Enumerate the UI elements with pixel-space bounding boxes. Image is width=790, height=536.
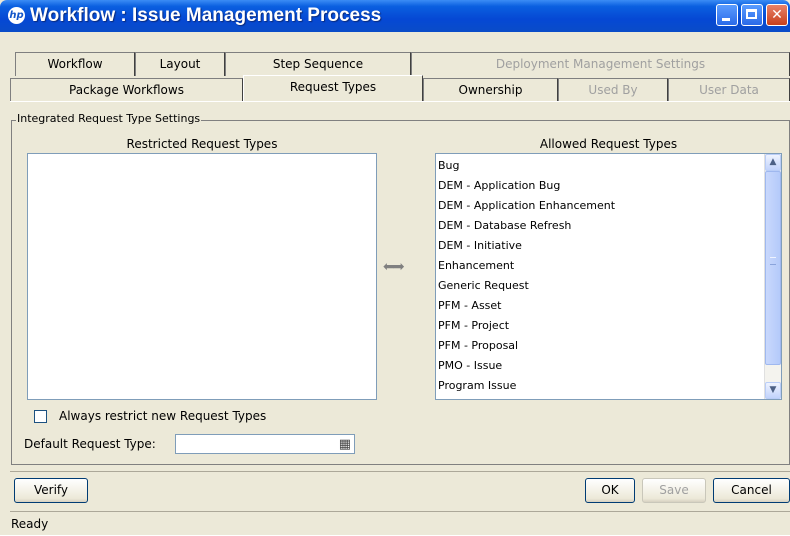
tab-label: Workflow — [47, 57, 103, 71]
button-bar-divider — [10, 471, 790, 472]
tab-deployment-management-settings[interactable]: Deployment Management Settings — [411, 52, 790, 76]
default-request-type-field[interactable]: ▦ — [175, 434, 355, 454]
close-icon: ✕ — [771, 7, 783, 23]
tab-ownership[interactable]: Ownership — [423, 78, 558, 102]
arrow-left-icon[interactable]: ⬅ — [383, 259, 395, 275]
list-item[interactable]: PFM - Project — [437, 316, 615, 336]
maximize-button[interactable] — [741, 4, 763, 26]
cancel-button[interactable]: Cancel — [713, 478, 790, 503]
tab-used-by[interactable]: Used By — [558, 78, 668, 102]
group-label: Integrated Request Type Settings — [16, 112, 202, 125]
lookup-icon[interactable]: ▦ — [339, 437, 351, 452]
tab-label: Layout — [159, 57, 201, 71]
list-item[interactable]: DEM - Database Refresh — [437, 216, 615, 236]
hp-logo-icon: hp — [8, 7, 25, 24]
grip-icon — [770, 257, 776, 265]
tab-label: Request Types — [289, 80, 377, 94]
list-item[interactable]: Generic Request — [437, 276, 615, 296]
tab-label: User Data — [699, 83, 759, 97]
tab-label: Deployment Management Settings — [495, 57, 706, 71]
list-item[interactable]: PMO - Issue — [437, 356, 615, 376]
restricted-request-types-list[interactable] — [27, 153, 377, 400]
tab-workflow[interactable]: Workflow — [15, 52, 135, 76]
minimize-icon — [722, 18, 730, 21]
window-title: Workflow : Issue Management Process — [30, 5, 382, 26]
list-item[interactable]: Bug — [437, 156, 615, 176]
scroll-down-button[interactable]: ▼ — [765, 382, 781, 399]
allowed-request-types-list[interactable]: Bug DEM - Application Bug DEM - Applicatio… — [435, 153, 782, 400]
list-item[interactable]: DEM - Application Enhancement — [437, 196, 615, 216]
default-request-type-label: Default Request Type: — [24, 437, 156, 451]
arrow-right-icon[interactable]: ➡ — [393, 259, 405, 275]
list-item[interactable]: Enhancement — [437, 256, 615, 276]
save-button[interactable]: Save — [642, 478, 706, 503]
close-button[interactable]: ✕ — [766, 4, 788, 26]
scroll-up-button[interactable]: ▲ — [765, 154, 781, 171]
always-restrict-checkbox[interactable] — [34, 410, 47, 423]
list-item[interactable]: DEM - Application Bug — [437, 176, 615, 196]
allowed-items: Bug DEM - Application Bug DEM - Applicatio… — [437, 156, 615, 396]
list-item[interactable]: PFM - Asset — [437, 296, 615, 316]
tab-label: Used By — [588, 83, 638, 97]
tab-label: Package Workflows — [69, 83, 184, 97]
vertical-scrollbar[interactable]: ▲ ▼ — [764, 154, 781, 399]
tab-package-workflows[interactable]: Package Workflows — [10, 78, 243, 102]
tab-step-sequence[interactable]: Step Sequence — [225, 52, 411, 76]
list-item[interactable]: PFM - Proposal — [437, 336, 615, 356]
tab-label: Ownership — [458, 83, 523, 97]
restricted-list-title: Restricted Request Types — [126, 137, 278, 151]
ok-button[interactable]: OK — [585, 478, 635, 503]
tab-label: Step Sequence — [272, 57, 364, 71]
status-bar: Ready — [10, 511, 790, 535]
scroll-thumb[interactable] — [765, 171, 781, 365]
move-arrows: ⬅➡ — [383, 259, 405, 275]
minimize-button[interactable] — [716, 4, 738, 26]
tab-baseline — [10, 101, 790, 102]
verify-button[interactable]: Verify — [14, 478, 88, 503]
tab-request-types[interactable]: Request Types — [243, 75, 423, 101]
maximize-icon — [746, 9, 757, 19]
workflow-window: hp Workflow : Issue Management Process ✕… — [0, 0, 790, 535]
list-item[interactable]: DEM - Initiative — [437, 236, 615, 256]
allowed-list-title: Allowed Request Types — [539, 137, 678, 151]
title-bar[interactable]: hp Workflow : Issue Management Process ✕ — [0, 0, 790, 32]
always-restrict-label: Always restrict new Request Types — [59, 409, 267, 423]
tab-layout[interactable]: Layout — [135, 52, 225, 76]
list-item[interactable]: Program Issue — [437, 376, 615, 396]
tab-user-data[interactable]: User Data — [668, 78, 790, 102]
